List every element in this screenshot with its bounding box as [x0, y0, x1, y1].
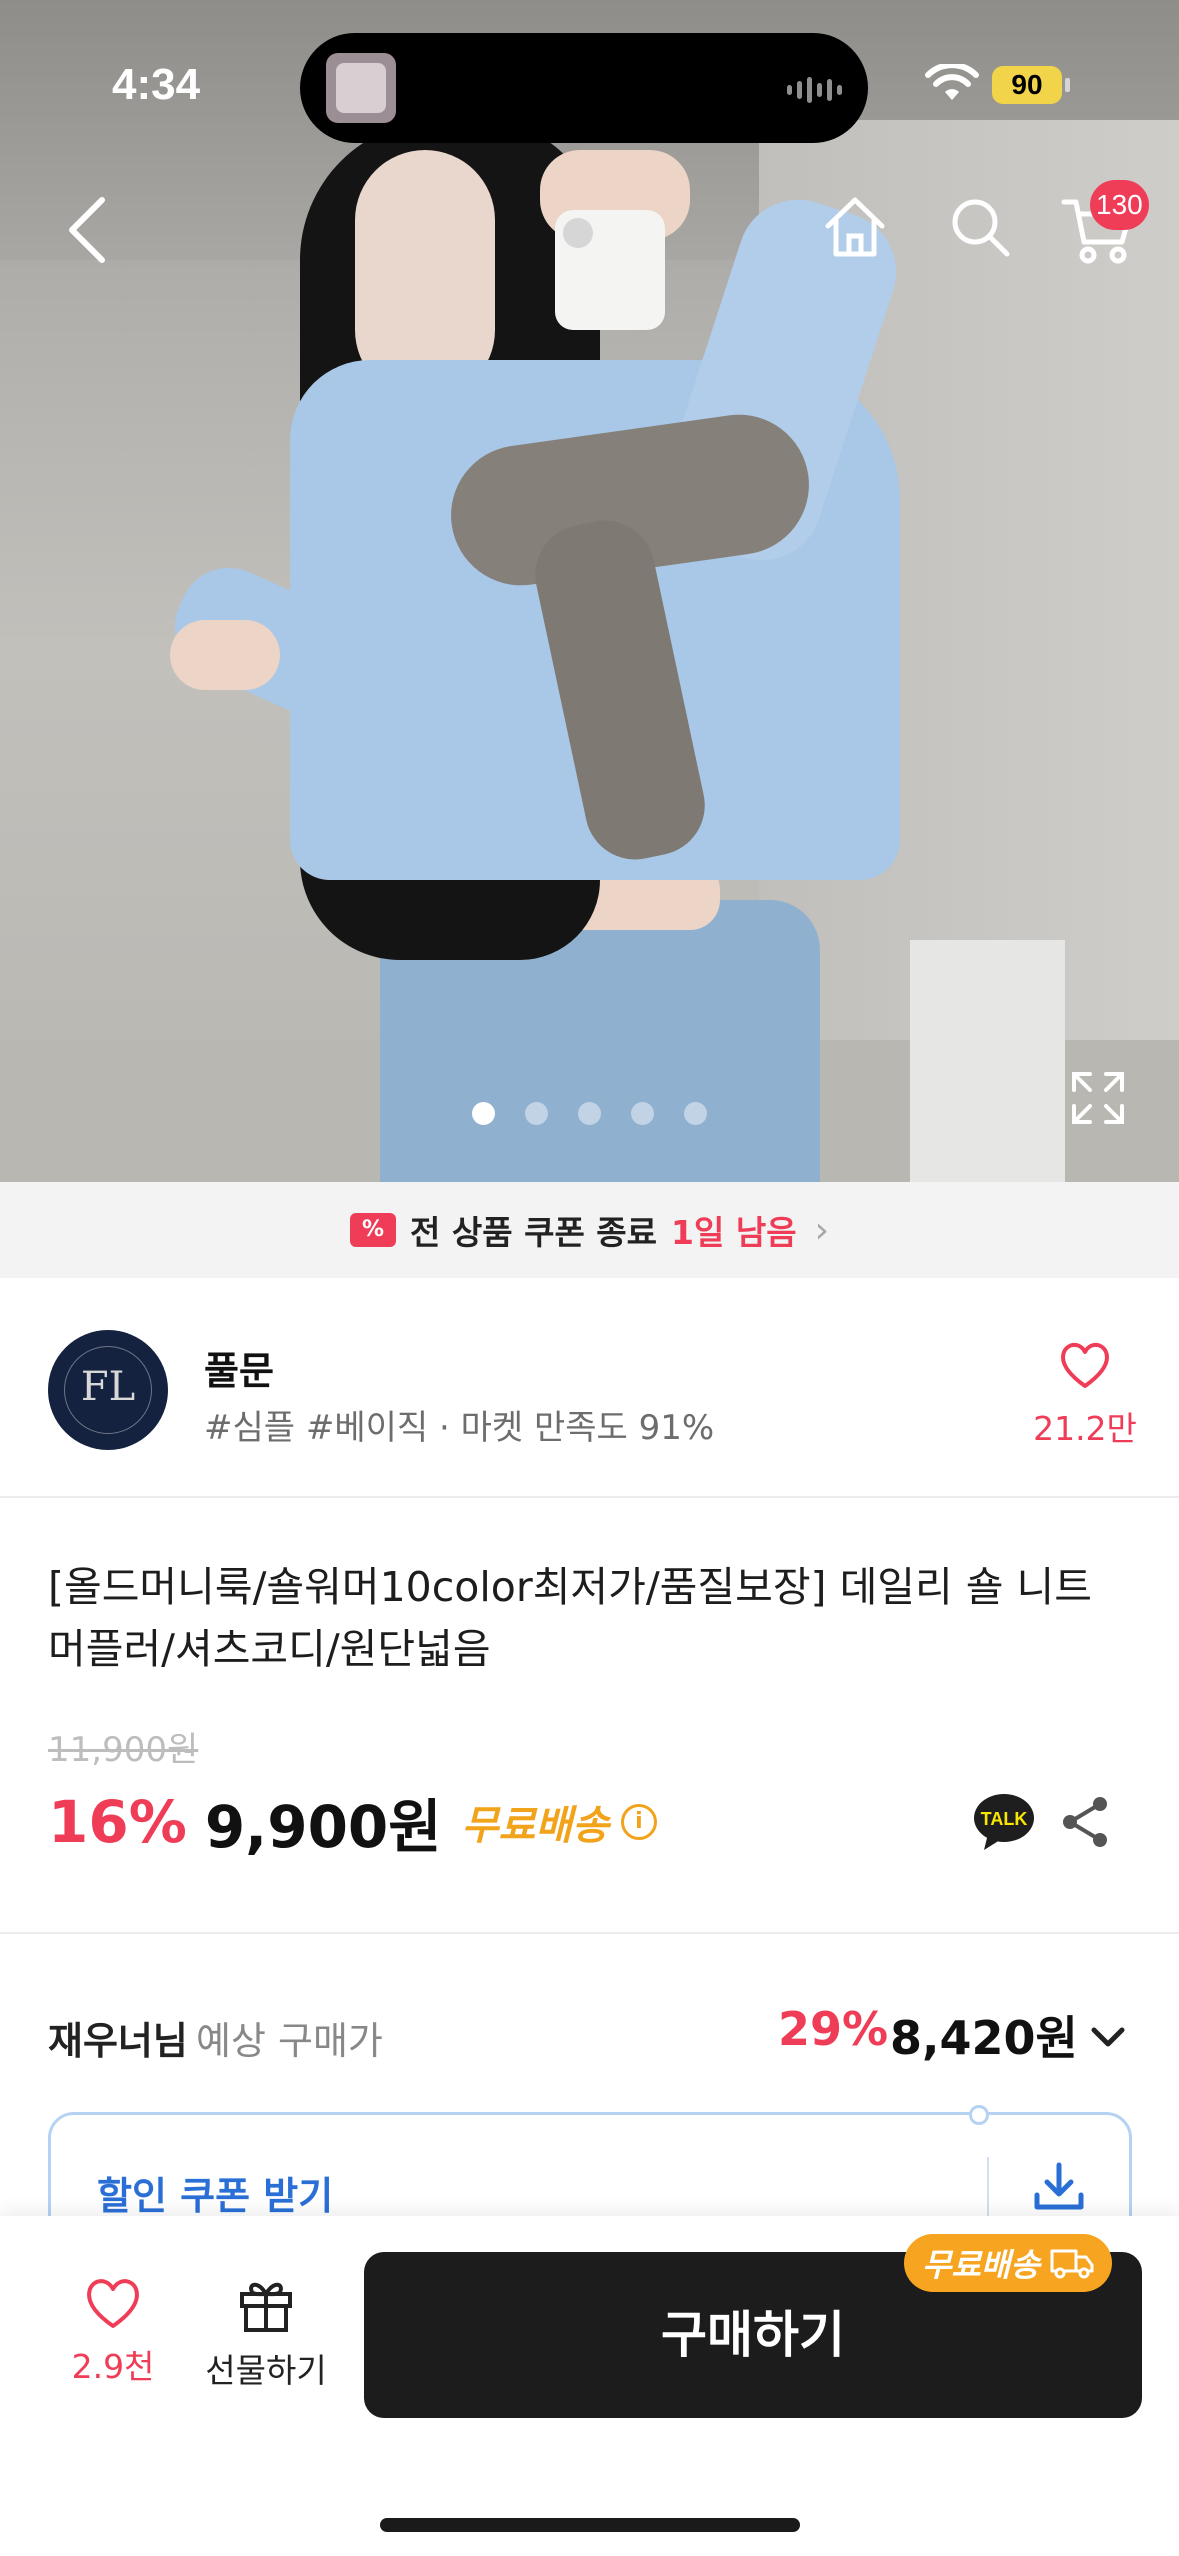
- download-icon[interactable]: [1031, 2159, 1087, 2215]
- carousel-indicator[interactable]: [472, 1102, 707, 1125]
- carousel-dot[interactable]: [631, 1102, 654, 1125]
- home-indicator[interactable]: [380, 2518, 800, 2532]
- user-name: 재우너님: [48, 2019, 188, 2063]
- share-icon[interactable]: [1058, 1794, 1114, 1850]
- image-phone: [555, 210, 665, 330]
- seller-like-count: 21.2만: [1033, 1409, 1137, 1448]
- chevron-right-icon: ›: [814, 1209, 829, 1251]
- expected-price-value: 8,420원: [890, 2011, 1078, 2065]
- dynamic-island[interactable]: [300, 33, 868, 143]
- seller-logo[interactable]: FL: [48, 1330, 168, 1450]
- heart-icon: [87, 2279, 139, 2328]
- free-shipping-label: 무료배송: [461, 1803, 609, 1849]
- free-shipping-badge-label: 무료배송: [922, 2246, 1040, 2284]
- back-icon[interactable]: [58, 190, 118, 270]
- truck-icon: [1050, 2249, 1094, 2279]
- sale-price: 9,900원: [204, 1793, 442, 1861]
- coupon-banner-text: 전 상품 쿠폰 종료: [410, 1213, 658, 1252]
- price-row: 16% 9,900원 무료배송 i: [48, 1782, 657, 1862]
- chevron-down-icon[interactable]: [1086, 2016, 1130, 2060]
- section-divider: [0, 1932, 1179, 1934]
- gift-label: 선물하기: [205, 2351, 327, 2390]
- coupon-icon: [350, 1213, 397, 1247]
- status-time: 4:34: [112, 60, 201, 109]
- search-icon[interactable]: [945, 192, 1015, 262]
- gift-button[interactable]: 선물하기: [196, 2276, 336, 2392]
- carousel-dot[interactable]: [578, 1102, 601, 1125]
- discount-rate: 16%: [48, 1788, 187, 1856]
- original-price: 11,900원: [48, 1730, 199, 1770]
- expected-price-label: 예상 구매가: [196, 2019, 383, 2063]
- seller-row[interactable]: FL 풀문 #심플 #베이직 · 마켓 만족도 91% 21.2만: [0, 1278, 1179, 1498]
- svg-text:TALK: TALK: [981, 1809, 1028, 1829]
- battery-indicator: 90: [992, 66, 1070, 104]
- expected-discount: 29%: [778, 2002, 889, 2056]
- coupon-remaining: 1일 남음: [671, 1213, 797, 1252]
- product-title: [올드머니룩/숄워머10color최저가/품질보장] 데일리 숄 니트 머플러/…: [48, 1563, 1092, 1673]
- coupon-download-label[interactable]: 할인 쿠폰 받기: [97, 2165, 333, 2220]
- wifi-icon: [925, 64, 979, 100]
- info-icon[interactable]: i: [620, 1804, 657, 1840]
- heart-icon[interactable]: [1058, 1340, 1112, 1390]
- audio-wave-icon: [787, 77, 842, 103]
- carousel-dot[interactable]: [525, 1102, 548, 1125]
- coupon-ending-banner[interactable]: 전 상품 쿠폰 종료 1일 남음 ›: [0, 1182, 1179, 1278]
- seller-tags: #심플 #베이직 · 마켓 만족도 91%: [204, 1408, 715, 1448]
- logo-monogram: FL: [80, 1364, 136, 1410]
- coupon-separator: [987, 2157, 989, 2217]
- fullscreen-icon[interactable]: [1068, 1068, 1128, 1128]
- seller-name[interactable]: 풀문: [204, 1340, 274, 1395]
- carousel-dot[interactable]: [684, 1102, 707, 1125]
- like-button[interactable]: 2.9천: [58, 2276, 168, 2388]
- like-count: 2.9천: [71, 2347, 155, 2386]
- carousel-dot[interactable]: [472, 1102, 495, 1125]
- image-hand-left: [170, 620, 280, 690]
- free-shipping-badge: 무료배송: [904, 2234, 1112, 2292]
- cart-count-badge: 130: [1090, 180, 1149, 230]
- now-playing-thumbnail: [326, 53, 396, 123]
- image-box: [910, 940, 1065, 1182]
- kakao-talk-icon[interactable]: TALK: [972, 1790, 1036, 1854]
- coupon-notch: [969, 2105, 989, 2125]
- home-icon[interactable]: [820, 192, 890, 262]
- expected-price-row[interactable]: 재우너님 예상 구매가 29% 8,420원: [48, 2000, 1138, 2070]
- product-image[interactable]: [0, 0, 1179, 1182]
- gift-icon: [240, 2282, 292, 2332]
